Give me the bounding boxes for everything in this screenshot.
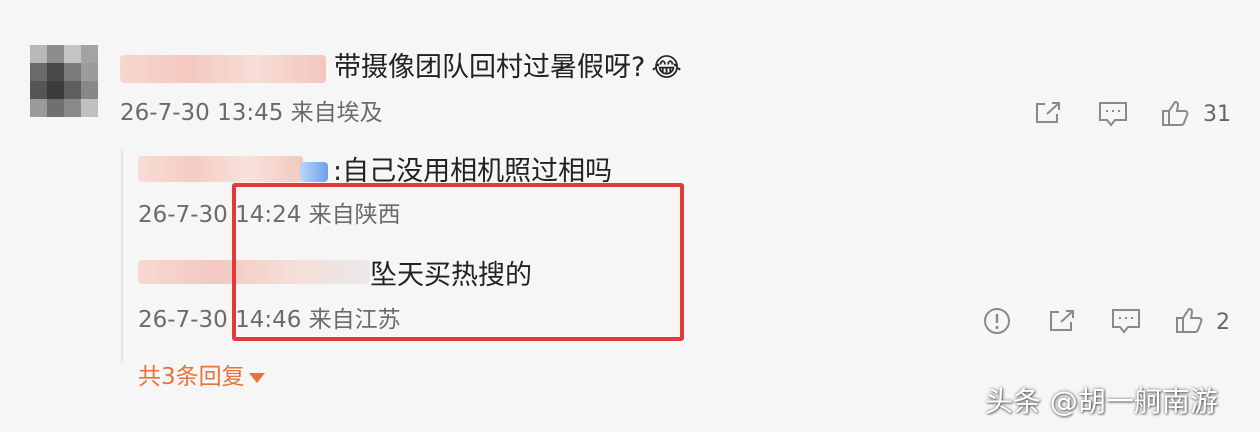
commenter-name-blurred[interactable] (120, 55, 326, 83)
commenter-avatar[interactable] (30, 45, 98, 117)
thumbs-up-icon[interactable] (1174, 306, 1204, 338)
comment-text-row: 带摄像团队回村过暑假呀? 😂 (334, 54, 682, 81)
report-icon[interactable] (983, 307, 1011, 339)
comment-icon[interactable] (1097, 100, 1129, 132)
comment-meta: 26-7-30 13:45 来自埃及 (120, 100, 383, 126)
highlight-box (232, 183, 684, 341)
watermark: 头条 @胡一舸南游 (985, 385, 1218, 418)
reply-1-name-blurred[interactable] (138, 156, 303, 182)
share-icon[interactable] (1047, 308, 1077, 338)
vip-badge-icon (300, 162, 328, 182)
share-icon[interactable] (1033, 100, 1063, 130)
like-count: 31 (1203, 102, 1231, 127)
reply-2-like-count: 2 (1216, 310, 1230, 335)
caret-down-icon (248, 372, 265, 383)
laughing-emoji-icon: 😂 (651, 53, 682, 83)
reply-1-text: :自己没用相机照过相吗 (333, 156, 613, 187)
comment-icon[interactable] (1110, 307, 1142, 339)
thumbs-up-icon[interactable] (1160, 99, 1190, 131)
reply-thread-divider (121, 150, 123, 362)
more-replies-label: 共3条回复 (138, 364, 245, 390)
comment-text: 带摄像团队回村过暑假呀? (334, 52, 646, 83)
more-replies-link[interactable]: 共3条回复 (138, 366, 265, 389)
